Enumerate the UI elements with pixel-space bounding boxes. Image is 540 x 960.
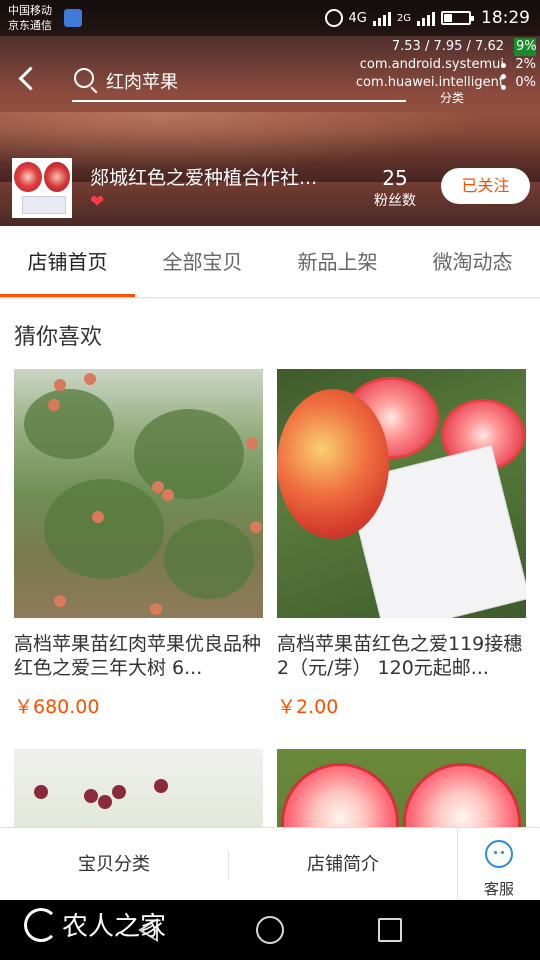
- product-title: 高档苹果苗红肉苹果优良品种红色之爱三年大树 6...: [14, 633, 262, 679]
- section-title: 猜你喜欢: [14, 325, 103, 350]
- product-card[interactable]: [277, 749, 526, 827]
- overlay-pct-1: 2%: [515, 57, 536, 72]
- shop-name[interactable]: 郯城红色之爱种植合作社...: [90, 163, 340, 190]
- shop-tabs: 店铺首页 全部宝贝 新品上架 微淘动态: [0, 226, 540, 298]
- item-category-button[interactable]: 宝贝分类: [0, 828, 228, 901]
- status-bar: 中国移动 京东通信 4G 2G 18:29: [0, 0, 540, 36]
- clock: 18:29: [481, 8, 530, 28]
- search-field[interactable]: 红肉苹果: [72, 60, 406, 102]
- watermark-logo-icon: [24, 907, 58, 942]
- overlay-pct-2: 0%: [515, 75, 536, 90]
- watermark-text: 农人之家: [62, 912, 167, 942]
- fans-counter: 25 粉丝数: [366, 166, 424, 212]
- overlay-pct-0: 9%: [514, 38, 537, 56]
- nav-home-icon[interactable]: [256, 916, 284, 944]
- shop-logo[interactable]: [12, 158, 72, 218]
- product-image[interactable]: [14, 369, 263, 618]
- shop-bottom-bar: 宝贝分类 店铺简介 客服: [0, 827, 540, 901]
- network-type-3: 2G: [396, 12, 411, 24]
- battery-icon: [441, 11, 474, 25]
- customer-service-button[interactable]: 客服: [458, 828, 540, 901]
- carrier-name-2: 京东通信: [8, 19, 52, 32]
- status-icons: 4G 2G 18:29: [324, 6, 530, 30]
- heart-icon: ❤: [90, 192, 105, 212]
- product-card[interactable]: [14, 749, 263, 827]
- customer-service-label: 客服: [483, 880, 514, 898]
- chat-bubble-icon: [485, 840, 513, 868]
- fans-count: 25: [382, 166, 408, 190]
- app-root: 中国移动 京东通信 4G 2G 18:29 7.53 / 7.95 / 7.62…: [0, 0, 540, 960]
- tab-shop-home[interactable]: 店铺首页: [0, 226, 135, 297]
- watermark: 农人之家: [24, 906, 166, 943]
- search-query: 红肉苹果: [106, 72, 178, 93]
- more-menu-icon[interactable]: [498, 63, 508, 93]
- alarm-icon: [324, 9, 343, 27]
- recommendations-section: 猜你喜欢 高档苹果苗红肉苹果优良品种红色之爱三年大树 6... ￥680.00: [0, 299, 540, 827]
- signal-icon-1: [372, 10, 391, 26]
- product-price: ￥680.00: [14, 696, 100, 718]
- category-button-label[interactable]: 分类: [430, 89, 474, 106]
- product-image[interactable]: [277, 369, 526, 618]
- follow-button[interactable]: 已关注: [441, 168, 530, 204]
- nav-recent-apps-icon[interactable]: [378, 918, 402, 942]
- tab-new-arrivals[interactable]: 新品上架: [270, 226, 405, 297]
- tab-all-items[interactable]: 全部宝贝: [135, 226, 270, 297]
- fans-label: 粉丝数: [374, 193, 416, 209]
- tab-weitao-feed[interactable]: 微淘动态: [405, 226, 540, 297]
- network-type-1: 4G: [348, 10, 367, 26]
- jd-app-icon: [64, 9, 82, 27]
- product-card[interactable]: 高档苹果苗红肉苹果优良品种红色之爱三年大树 6... ￥680.00: [14, 369, 263, 719]
- shop-intro-button[interactable]: 店铺简介: [229, 828, 457, 901]
- load-average: 7.53 / 7.95 / 7.62: [391, 39, 504, 54]
- carrier-name-1: 中国移动: [8, 4, 52, 17]
- product-card[interactable]: 高档苹果苗红色之爱119接穗 2（元/芽） 120元起邮... ￥2.00: [277, 369, 526, 719]
- product-price: ￥2.00: [277, 696, 339, 718]
- signal-icon-2: [417, 10, 435, 26]
- carrier-info: 中国移动 京东通信: [8, 3, 52, 33]
- back-arrow-icon[interactable]: [16, 64, 42, 94]
- product-image[interactable]: [277, 749, 526, 827]
- product-image[interactable]: [14, 749, 263, 827]
- search-icon: [74, 68, 94, 88]
- product-title: 高档苹果苗红色之爱119接穗 2（元/芽） 120元起邮...: [277, 633, 523, 679]
